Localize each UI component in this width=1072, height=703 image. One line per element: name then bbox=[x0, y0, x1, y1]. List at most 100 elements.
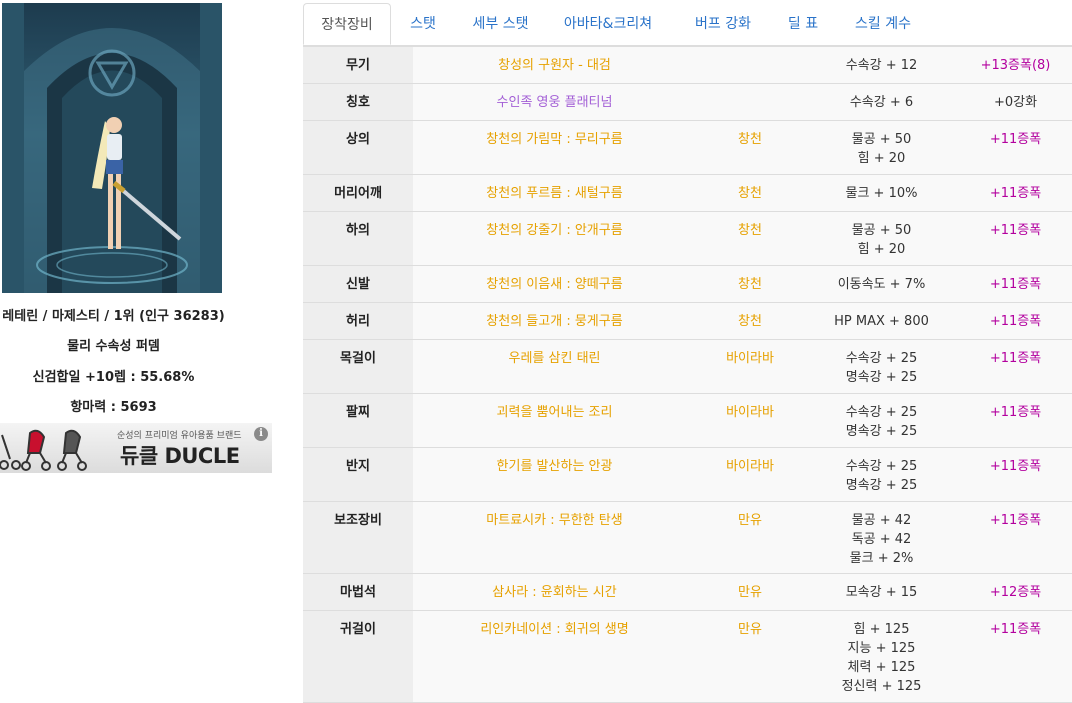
equipment-item-name[interactable]: 한기를 발산하는 안광 bbox=[413, 447, 696, 502]
sync-level: 신검합일 +10렙 : 55.68% bbox=[32, 370, 195, 385]
equipment-row: 머리어깨 창천의 푸르름 : 새털구름 창천 물크 + 10% +11증폭 bbox=[303, 174, 1072, 212]
stat-line: 힘 + 20 bbox=[857, 151, 906, 166]
equipment-table: 무기 창성의 구원자 - 대검 수속강 + 12 +13증폭(8) 칭호 수인족 영웅 플… bbox=[303, 46, 1072, 703]
equipment-stats: 수속강 + 6 bbox=[804, 83, 959, 121]
stat-line: 수속강 + 25 bbox=[845, 405, 918, 420]
equipment-slot: 목걸이 bbox=[303, 339, 413, 394]
equipment-set-name bbox=[696, 83, 804, 121]
enhancement-level: +11증폭 bbox=[959, 211, 1072, 266]
equipment-row: 목걸이 우레를 삼킨 태린 바이라바 수속강 + 25 명속강 + 25 +11증폭 bbox=[303, 339, 1072, 394]
enhancement-level: +12증폭 bbox=[959, 573, 1072, 611]
enhancement-level: +11증폭 bbox=[959, 447, 1072, 502]
enhancement-level: +11증폭 bbox=[959, 120, 1072, 175]
tab-deal-table[interactable]: 딜 표 bbox=[779, 3, 827, 45]
equipment-row: 반지 한기를 발산하는 안광 바이라바 수속강 + 25 명속강 + 25 +11증폭 bbox=[303, 447, 1072, 502]
equipment-stats: 수속강 + 12 bbox=[804, 46, 959, 84]
enhancement-level: +11증폭 bbox=[959, 174, 1072, 212]
equipment-row: 보조장비 마트료시카 : 무한한 탄생 만유 물공 + 42 독공 + 42 물크 + 2… bbox=[303, 501, 1072, 574]
equipment-set-name: 창천 bbox=[696, 302, 804, 340]
stat-line: 수속강 + 12 bbox=[845, 58, 918, 73]
enhancement-level: +11증폭 bbox=[959, 393, 1072, 448]
stat-line: 독공 + 42 bbox=[851, 532, 912, 547]
tab-stats[interactable]: 스탯 bbox=[393, 3, 453, 45]
equipment-set-name: 창천 bbox=[696, 174, 804, 212]
stat-line: 수속강 + 25 bbox=[845, 459, 918, 474]
ad-banner[interactable]: 순성의 프리미엄 유아용품 브랜드 듀클 DUCLE i bbox=[0, 423, 272, 473]
stat-line: 수속강 + 6 bbox=[849, 95, 914, 110]
equipment-slot: 신발 bbox=[303, 265, 413, 303]
equipment-slot: 팔찌 bbox=[303, 393, 413, 448]
tab-bar: 장착장비 스탯 세부 스탯 아바타&크리쳐 버프 강화 딜 표 스킬 계수 bbox=[303, 3, 1072, 46]
equipment-set-name: 바이라바 bbox=[696, 339, 804, 394]
equipment-item-name[interactable]: 창성의 구원자 - 대검 bbox=[413, 46, 696, 84]
equipment-row: 마법석 삼사라 : 윤회하는 시간 만유 모속강 + 15 +12증폭 bbox=[303, 573, 1072, 611]
stat-line: 물공 + 50 bbox=[851, 132, 912, 147]
equipment-row: 무기 창성의 구원자 - 대검 수속강 + 12 +13증폭(8) bbox=[303, 46, 1072, 84]
equipment-row: 귀걸이 리인카네이션 : 회귀의 생명 만유 힘 + 125 지능 + 125 체력 + … bbox=[303, 610, 1072, 703]
equipment-slot: 무기 bbox=[303, 46, 413, 84]
equipment-item-name[interactable]: 창천의 강줄기 : 안개구름 bbox=[413, 211, 696, 266]
equipment-item-name[interactable]: 수인족 영웅 플래티넘 bbox=[413, 83, 696, 121]
tab-equipment[interactable]: 장착장비 bbox=[303, 3, 391, 45]
equipment-row: 허리 창천의 들고개 : 뭉게구름 창천 HP MAX + 800 +11증폭 bbox=[303, 302, 1072, 340]
resistance-value: 항마력 : 5693 bbox=[70, 400, 157, 415]
equipment-stats: 힘 + 125 지능 + 125 체력 + 125 정신력 + 125 bbox=[804, 610, 959, 703]
equipment-set-name: 창천 bbox=[696, 265, 804, 303]
enhancement-level: +11증폭 bbox=[959, 501, 1072, 574]
character-summary: 레테린 / 마제스티 / 1위 (인구 36283) bbox=[2, 309, 225, 324]
equipment-item-name[interactable]: 리인카네이션 : 회귀의 생명 bbox=[413, 610, 696, 703]
equipment-stats: 물크 + 10% bbox=[804, 174, 959, 212]
equipment-item-name[interactable]: 창천의 푸르름 : 새털구름 bbox=[413, 174, 696, 212]
tab-avatar-creature[interactable]: 아바타&크리쳐 bbox=[553, 3, 663, 45]
equipment-set-name: 창천 bbox=[696, 120, 804, 175]
stat-line: 수속강 + 25 bbox=[845, 351, 918, 366]
equipment-slot: 머리어깨 bbox=[303, 174, 413, 212]
ad-brand-name: 듀클 DUCLE bbox=[120, 444, 240, 468]
stat-line: 물크 + 2% bbox=[849, 551, 914, 566]
equipment-item-name[interactable]: 마트료시카 : 무한한 탄생 bbox=[413, 501, 696, 574]
equipment-row: 칭호 수인족 영웅 플래티넘 수속강 + 6 +0강화 bbox=[303, 83, 1072, 121]
equipment-slot: 귀걸이 bbox=[303, 610, 413, 703]
equipment-row: 상의 창천의 가림막 : 무리구름 창천 물공 + 50 힘 + 20 +11증폭 bbox=[303, 120, 1072, 175]
stat-line: 물공 + 50 bbox=[851, 223, 912, 238]
stat-line: 지능 + 125 bbox=[847, 641, 916, 656]
equipment-set-name: 바이라바 bbox=[696, 447, 804, 502]
stat-line: HP MAX + 800 bbox=[834, 314, 929, 329]
equipment-row: 신발 창천의 이음새 : 양떼구름 창천 이동속도 + 7% +11증폭 bbox=[303, 265, 1072, 303]
equipment-stats: 물공 + 42 독공 + 42 물크 + 2% bbox=[804, 501, 959, 574]
stat-line: 체력 + 125 bbox=[847, 660, 916, 675]
character-portrait bbox=[2, 3, 222, 293]
equipment-stats: 수속강 + 25 명속강 + 25 bbox=[804, 339, 959, 394]
stat-line: 물크 + 10% bbox=[845, 186, 918, 201]
character-illustration bbox=[2, 3, 222, 293]
equipment-stats: 모속강 + 15 bbox=[804, 573, 959, 611]
stat-line: 정신력 + 125 bbox=[841, 679, 922, 694]
info-icon[interactable]: i bbox=[254, 427, 268, 441]
equipment-item-name[interactable]: 우레를 삼킨 태린 bbox=[413, 339, 696, 394]
equipment-item-name[interactable]: 창천의 들고개 : 뭉게구름 bbox=[413, 302, 696, 340]
equipment-set-name bbox=[696, 46, 804, 84]
equipment-slot: 허리 bbox=[303, 302, 413, 340]
equipment-slot: 칭호 bbox=[303, 83, 413, 121]
stroller-image bbox=[0, 429, 87, 471]
stat-line: 명속강 + 25 bbox=[845, 370, 918, 385]
stat-line: 명속강 + 25 bbox=[845, 478, 918, 493]
enhancement-level: +11증폭 bbox=[959, 610, 1072, 703]
equipment-slot: 마법석 bbox=[303, 573, 413, 611]
equipment-set-name: 만유 bbox=[696, 501, 804, 574]
stat-line: 힘 + 20 bbox=[857, 242, 906, 257]
equipment-set-name: 만유 bbox=[696, 610, 804, 703]
tab-skill-coefficient[interactable]: 스킬 계수 bbox=[843, 3, 923, 45]
equipment-item-name[interactable]: 삼사라 : 윤회하는 시간 bbox=[413, 573, 696, 611]
tab-detail-stats[interactable]: 세부 스탯 bbox=[458, 3, 543, 45]
equipment-stats: 수속강 + 25 명속강 + 25 bbox=[804, 447, 959, 502]
enhancement-level: +11증폭 bbox=[959, 265, 1072, 303]
equipment-set-name: 창천 bbox=[696, 211, 804, 266]
equipment-item-name[interactable]: 괴력을 뿜어내는 조리 bbox=[413, 393, 696, 448]
enhancement-level: +11증폭 bbox=[959, 339, 1072, 394]
equipment-item-name[interactable]: 창천의 가림막 : 무리구름 bbox=[413, 120, 696, 175]
tab-buff-enhance[interactable]: 버프 강화 bbox=[683, 3, 763, 45]
stat-line: 명속강 + 25 bbox=[845, 424, 918, 439]
character-build: 물리 수속성 퍼뎀 bbox=[67, 339, 160, 354]
equipment-item-name[interactable]: 창천의 이음새 : 양떼구름 bbox=[413, 265, 696, 303]
